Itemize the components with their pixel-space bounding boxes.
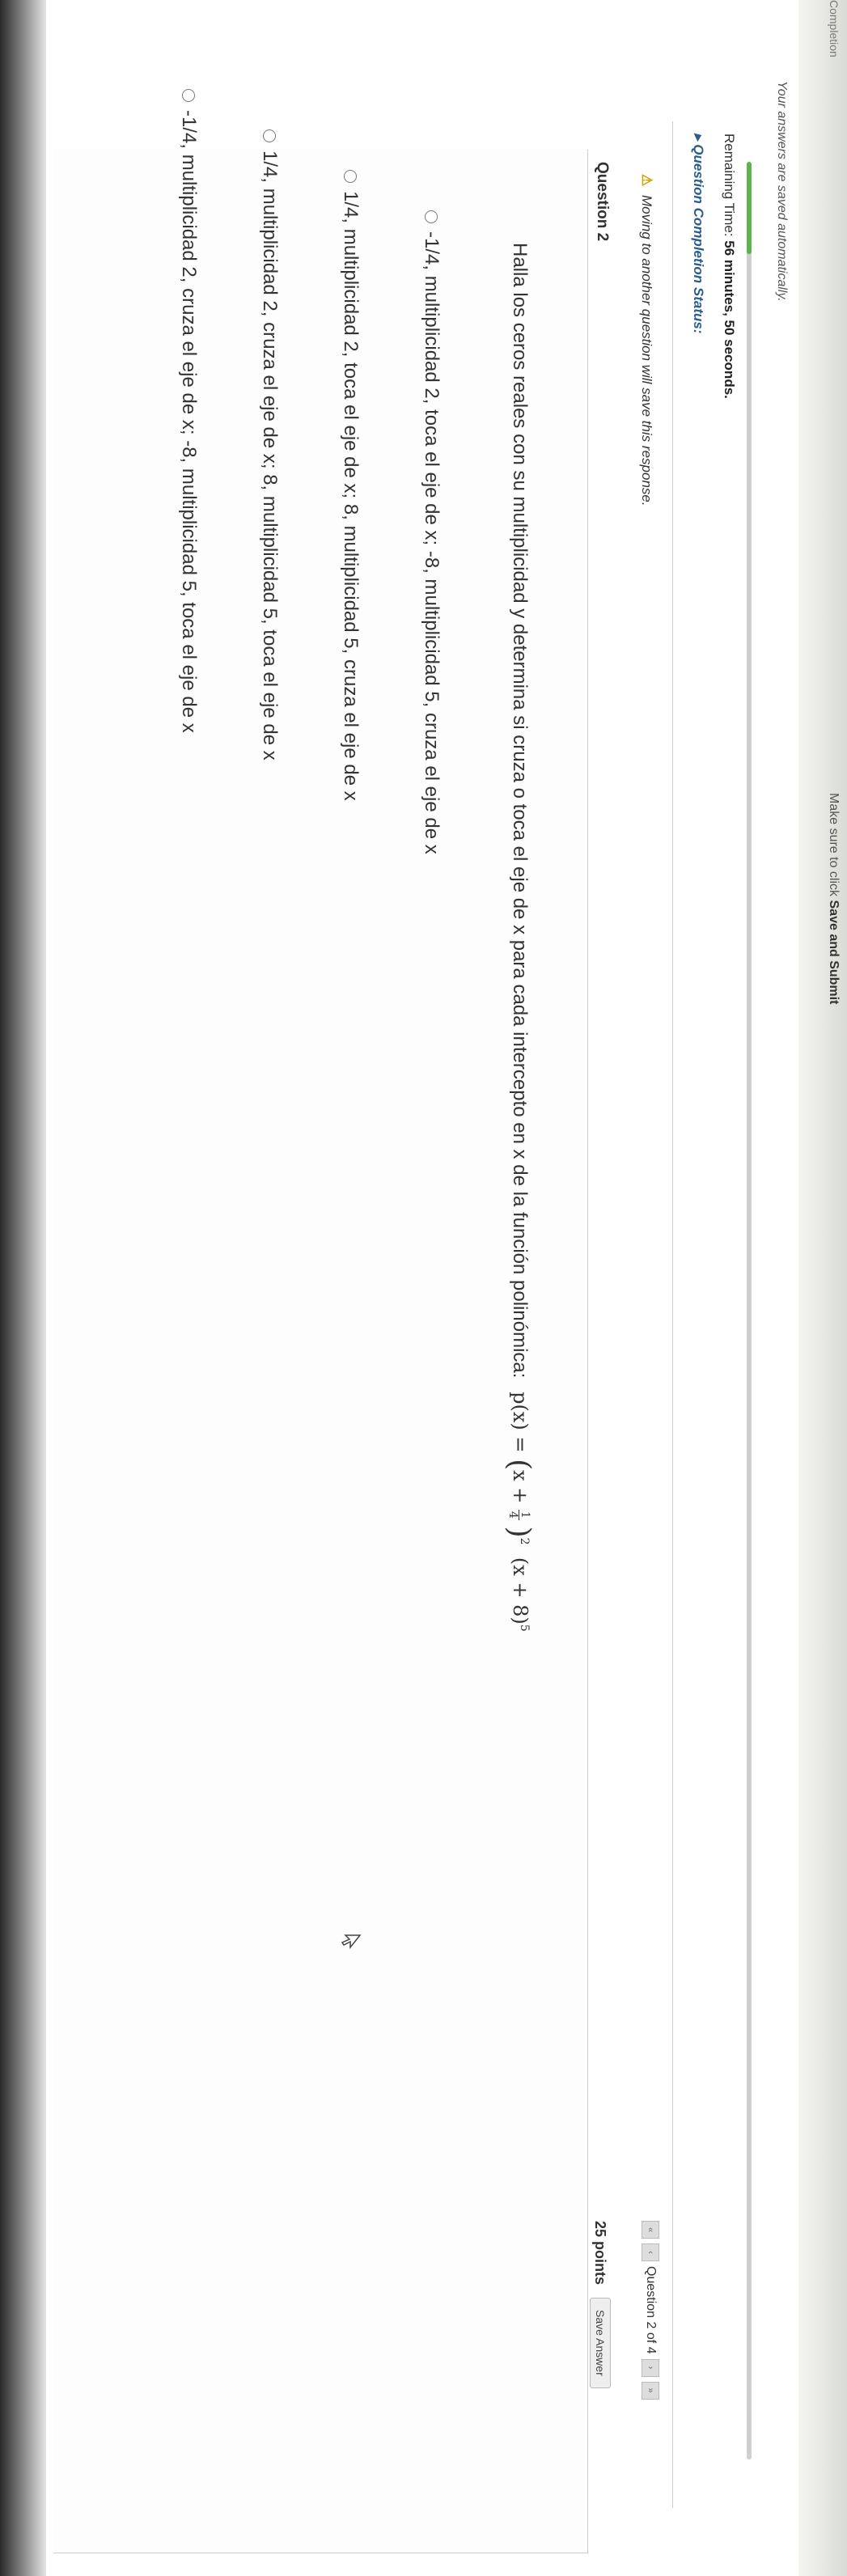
- mouse-pointer-icon: [341, 1934, 362, 1950]
- completion-status-label: Question Completion Status:: [691, 144, 706, 334]
- screen-canvas: Completion Make sure to click Save and S…: [0, 0, 847, 2576]
- question-position: Question 2 of 4: [644, 2266, 658, 2354]
- remaining-label: Remaining Time:: [722, 133, 737, 237]
- question-text: Halla los ceros reales con su multiplici…: [502, 243, 536, 1632]
- right-paren: ): [502, 1526, 536, 1538]
- question-prompt: Halla los ceros reales con su multiplici…: [509, 243, 531, 1379]
- points-bar: 25 points Save Answer: [590, 2221, 611, 2388]
- option-label: -1/4, multiplicidad 2, toca el eje de x;…: [421, 231, 443, 854]
- instructions-text: Make sure to click Save and Submit: [826, 793, 841, 1004]
- remaining-time: Remaining Time: 56 minutes, 50 seconds.: [721, 133, 737, 399]
- save-answer-button[interactable]: Save Answer: [590, 2298, 611, 2388]
- exponent-2: 5: [518, 1624, 531, 1632]
- remaining-value: 56 minutes, 50 seconds.: [722, 240, 737, 399]
- fraction-numerator: 1: [519, 1510, 531, 1520]
- expand-arrow-icon: ▸: [691, 133, 706, 145]
- fraction-denominator: 4: [506, 1511, 519, 1519]
- radio-button[interactable]: [425, 210, 438, 223]
- question-navigation: « ‹ Question 2 of 4 › »: [642, 2221, 659, 2400]
- answer-option-2[interactable]: 1/4, multiplicidad 2, toca el eje de x; …: [339, 170, 362, 801]
- instructions-emphasis: Save and Submit: [827, 900, 841, 1005]
- warning-message: ⚠ Moving to another question will save t…: [638, 174, 654, 506]
- bottom-band: [0, 0, 46, 2576]
- exponent-1: 2: [518, 1537, 531, 1545]
- progress-fill: [747, 162, 752, 254]
- section-title: Completion: [828, 0, 841, 57]
- warning-text: Moving to another question will save thi…: [639, 194, 654, 506]
- completion-status-toggle[interactable]: ▸ Question Completion Status:: [690, 133, 706, 334]
- radio-button[interactable]: [263, 129, 276, 142]
- last-question-icon[interactable]: »: [642, 2381, 659, 2400]
- option-label: 1/4, multiplicidad 2, cruza el eje de x;…: [259, 150, 281, 761]
- instructions-prefix: Make sure to click: [827, 793, 841, 897]
- first-question-icon[interactable]: «: [642, 2221, 659, 2239]
- radio-button[interactable]: [344, 170, 357, 183]
- answer-option-3[interactable]: 1/4, multiplicidad 2, cruza el eje de x;…: [258, 129, 281, 761]
- fraction: 1 4: [506, 1510, 531, 1520]
- answer-option-1[interactable]: -1/4, multiplicidad 2, toca el eje de x;…: [420, 210, 443, 854]
- question-points: 25 points: [592, 2221, 609, 2286]
- function-factor-2: (x + 8): [509, 1557, 531, 1625]
- polynomial-function: p(x) = (x + 1 4 )2 (x + 8)5: [502, 1392, 536, 1632]
- option-label: 1/4, multiplicidad 2, toca el eje de x; …: [340, 191, 362, 801]
- answer-option-4[interactable]: -1/4, multiplicidad 2, cruza el eje de x…: [177, 89, 200, 733]
- divider: [672, 121, 673, 2508]
- left-paren: (: [502, 1459, 536, 1471]
- question-heading: Question 2: [594, 162, 611, 242]
- saved-note: Your answers are saved automatically.: [775, 81, 789, 302]
- top-band: [798, 0, 847, 2576]
- option-label: -1/4, multiplicidad 2, cruza el eje de x…: [178, 110, 200, 733]
- next-question-icon[interactable]: ›: [642, 2358, 659, 2377]
- warning-icon: ⚠: [639, 174, 654, 187]
- previous-question-icon[interactable]: ‹: [642, 2243, 659, 2261]
- progress-rail: [747, 162, 752, 2459]
- function-lhs: p(x) =: [509, 1392, 531, 1460]
- radio-button[interactable]: [182, 89, 195, 102]
